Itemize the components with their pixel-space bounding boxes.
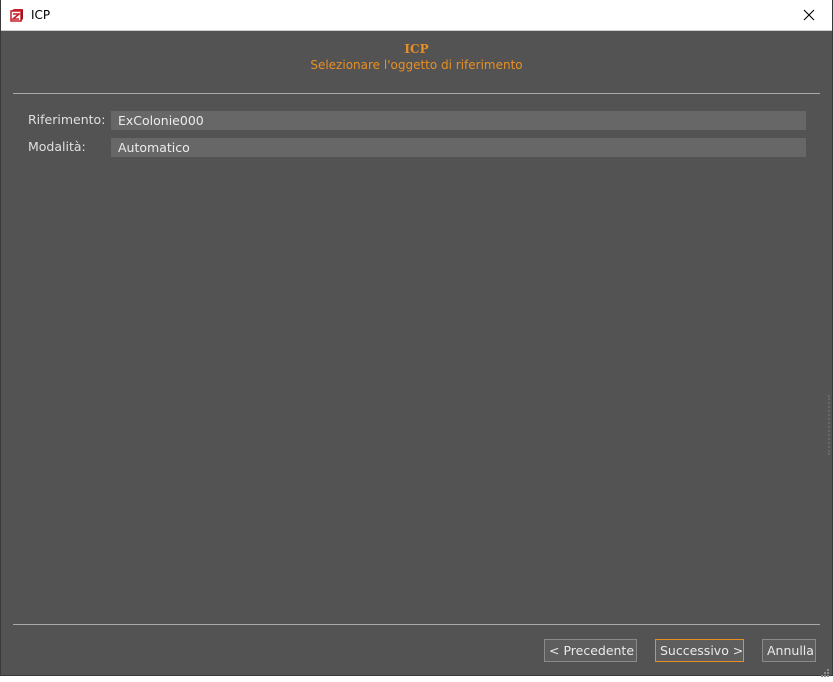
icp-dialog-window: ICP ICP Selezionare l'oggetto di riferim… — [0, 0, 833, 677]
previous-button[interactable]: < Precedente — [544, 639, 637, 662]
cancel-button[interactable]: Annulla — [762, 639, 816, 662]
next-button[interactable]: Successivo > — [655, 639, 744, 662]
header-title: ICP — [404, 42, 429, 56]
riferimento-field[interactable]: ExColonie000 — [111, 111, 806, 130]
window-title: ICP — [31, 8, 51, 22]
app-icon — [10, 8, 24, 22]
header-divider — [13, 93, 820, 94]
resize-grip-icon[interactable] — [820, 663, 830, 677]
close-button[interactable] — [786, 0, 832, 30]
close-icon — [803, 9, 815, 21]
modalita-label: Modalità: — [28, 139, 86, 154]
riferimento-label: Riferimento: — [28, 112, 106, 127]
title-bar[interactable]: ICP — [1, 0, 832, 31]
footer-divider — [13, 624, 820, 625]
header-subtitle: Selezionare l'oggetto di riferimento — [310, 58, 523, 72]
modalita-field[interactable]: Automatico — [111, 138, 806, 157]
edge-marker — [828, 395, 832, 455]
